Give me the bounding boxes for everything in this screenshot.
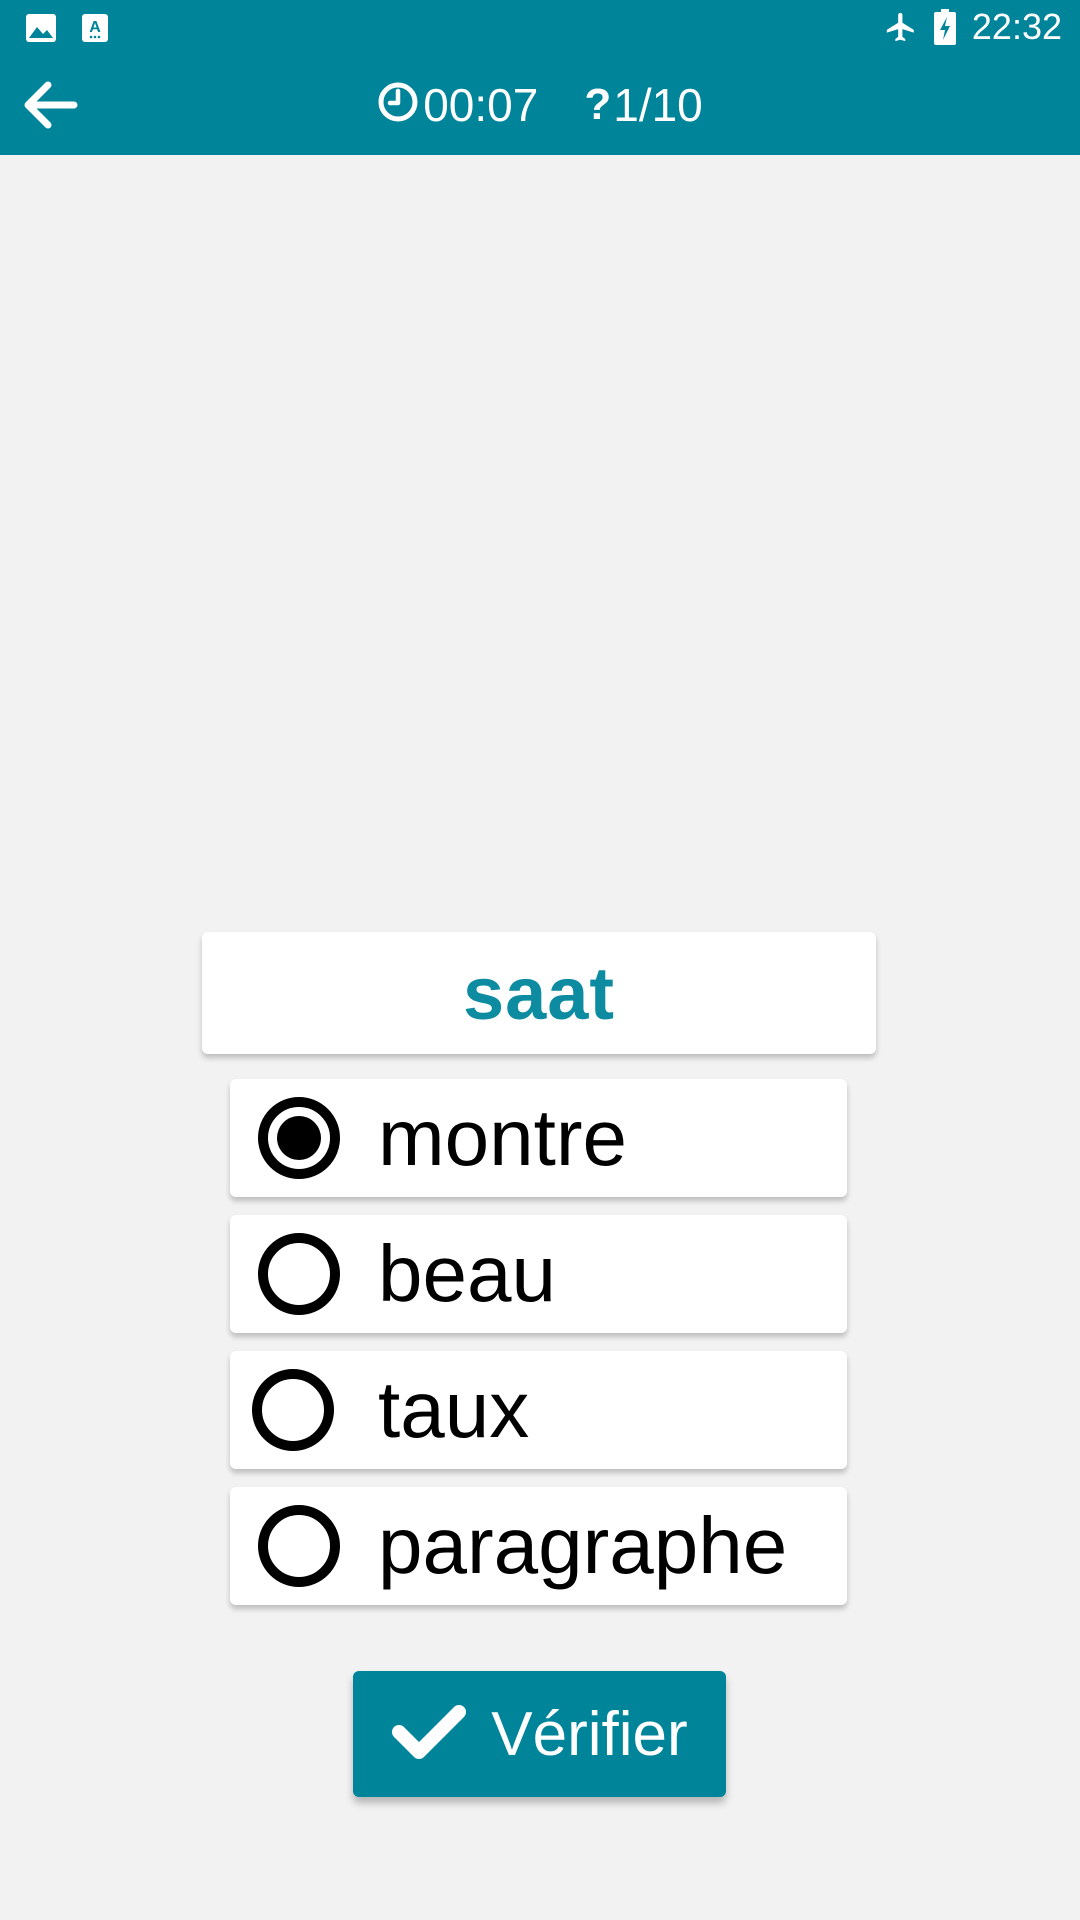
radio-button[interactable] xyxy=(258,1505,340,1587)
svg-text:A: A xyxy=(89,19,101,36)
word-card: saat xyxy=(202,932,876,1054)
battery-charging-icon xyxy=(934,9,956,50)
question-mark-icon: ? xyxy=(584,80,612,129)
checkmark-icon xyxy=(391,1702,467,1767)
verify-button[interactable]: Vérifier xyxy=(353,1671,726,1797)
translate-notification-icon: A xyxy=(82,14,108,47)
header: A 22:32 00:07 ? 1/10 xyxy=(0,0,1080,155)
option-label: beau xyxy=(378,1229,556,1318)
option-label: montre xyxy=(378,1093,627,1182)
option-label: taux xyxy=(378,1365,530,1454)
radio-button[interactable] xyxy=(252,1369,334,1451)
status-time: 22:32 xyxy=(971,6,1062,47)
radio-button-selected[interactable] xyxy=(258,1097,340,1179)
answer-option-taux[interactable]: taux xyxy=(230,1351,847,1469)
verify-label: Vérifier xyxy=(491,1699,688,1769)
option-label: paragraphe xyxy=(378,1501,788,1590)
clock-icon xyxy=(377,81,423,130)
app-bar: 00:07 ? 1/10 xyxy=(0,55,1080,155)
status-bar: A 22:32 xyxy=(0,0,1080,55)
timer: 00:07 xyxy=(377,81,538,130)
airplane-mode-icon xyxy=(884,10,918,49)
question-word: saat xyxy=(462,951,616,1035)
timer-value: 00:07 xyxy=(423,79,539,131)
answer-option-montre[interactable]: montre xyxy=(230,1079,847,1197)
answer-option-paragraphe[interactable]: paragraphe xyxy=(230,1487,847,1605)
question-progress: ? 1/10 xyxy=(584,82,702,128)
progress-value: 1/10 xyxy=(613,79,703,131)
image-notification-icon xyxy=(26,14,56,47)
radio-button[interactable] xyxy=(258,1233,340,1315)
quiz-meta: 00:07 ? 1/10 xyxy=(0,55,1080,155)
answer-option-beau[interactable]: beau xyxy=(230,1215,847,1333)
